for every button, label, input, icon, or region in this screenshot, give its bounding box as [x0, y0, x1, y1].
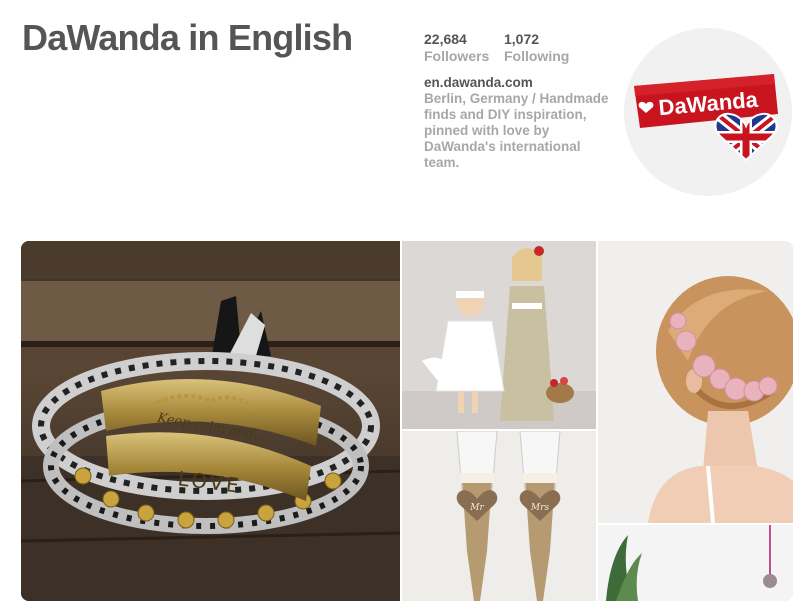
wedding-glasses-image: Mr Mrs — [402, 431, 596, 601]
glass-tag-mr: Mr — [469, 503, 484, 513]
pin-home-decor[interactable] — [598, 525, 793, 601]
uk-flag-heart-icon — [714, 112, 778, 162]
followers-count: 22,684 — [424, 31, 467, 47]
girls-dresses-image — [402, 241, 596, 429]
bracelets-image: Keep calm and... LOVE — [21, 241, 400, 601]
profile-title: DaWanda in English — [22, 17, 353, 58]
pin-flower-hairstyle[interactable] — [598, 241, 793, 523]
website-link[interactable]: en.dawanda.com — [424, 75, 614, 91]
followers-label: Followers — [424, 48, 490, 64]
profile-avatar[interactable]: DaWanda — [624, 28, 792, 196]
pin-grid: Keep calm and... LOVE Mr Mrs — [21, 241, 793, 601]
home-decor-image — [598, 525, 793, 601]
pin-wedding-glasses[interactable]: Mr Mrs — [402, 431, 596, 601]
following-label: Following — [504, 48, 570, 64]
pin-girls-dresses[interactable] — [402, 241, 596, 429]
bio-description: Berlin, Germany / Handmade finds and DIY… — [424, 91, 609, 170]
following-stat[interactable]: 1,072 Following — [504, 31, 569, 65]
following-count: 1,072 — [504, 31, 540, 47]
pin-bracelets[interactable]: Keep calm and... LOVE — [21, 241, 400, 601]
dawanda-logo: DaWanda — [634, 74, 778, 162]
followers-stat[interactable]: 22,684 Followers — [424, 31, 489, 65]
flower-hairstyle-image — [598, 241, 793, 523]
profile-bio: en.dawanda.com Berlin, Germany / Handmad… — [424, 75, 614, 171]
glass-tag-mrs: Mrs — [530, 503, 550, 513]
